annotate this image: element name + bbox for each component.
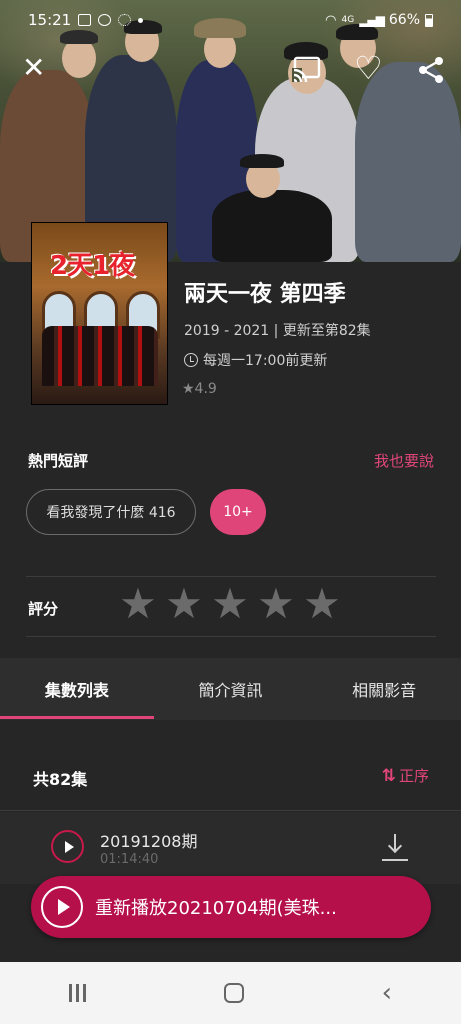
settings-notification-icon <box>118 14 132 26</box>
status-time: 15:21 <box>28 11 72 29</box>
back-icon[interactable]: ‹ <box>382 980 392 1006</box>
close-icon[interactable]: ✕ <box>22 54 45 82</box>
show-title: 兩天一夜 第四季 <box>184 282 346 307</box>
cast-icon[interactable] <box>292 56 322 88</box>
hot-comments-heading: 熱門短評 <box>28 452 89 470</box>
star-rating-input[interactable]: ★ ★ ★ ★ ★ <box>118 583 342 625</box>
download-icon[interactable] <box>382 834 408 862</box>
divider <box>0 810 461 811</box>
write-comment-link[interactable]: 我也要說 <box>374 450 434 471</box>
favorite-icon[interactable]: ♡ <box>354 52 383 84</box>
more-comments-chip[interactable]: 10+ <box>210 489 266 535</box>
sort-icon: ⇅ <box>381 765 396 786</box>
star-icon[interactable]: ★ <box>210 583 250 625</box>
clock-icon <box>184 353 198 367</box>
score-label: 評分 <box>28 600 59 618</box>
resume-play-button[interactable]: 重新播放20210704期(美珠... <box>31 876 431 938</box>
sort-label: 正序 <box>398 767 429 785</box>
episode-play-icon[interactable] <box>51 830 84 863</box>
gallery-notification-icon <box>78 14 92 26</box>
star-icon[interactable]: ★ <box>164 583 204 625</box>
star-icon[interactable]: ★ <box>302 583 342 625</box>
network-type: 4G <box>341 15 355 25</box>
divider <box>26 576 436 577</box>
share-icon[interactable] <box>418 56 444 90</box>
line-notification-icon <box>98 14 112 26</box>
more-notifications-icon <box>138 17 144 23</box>
show-schedule: 每週一17:00前更新 <box>184 350 327 370</box>
wifi-icon: ◠ <box>325 12 337 28</box>
tab-info[interactable]: 簡介資訊 <box>154 658 308 720</box>
system-nav-bar: ‹ <box>0 962 461 1024</box>
show-rating: ★4.9 <box>182 381 217 397</box>
episode-duration: 01:14:40 <box>100 852 159 867</box>
status-bar-right: ◠ 4G ▂▄▆ 66% <box>325 12 433 28</box>
hero-person <box>355 62 461 262</box>
active-tab-indicator <box>0 716 154 719</box>
signal-icon: ▂▄▆ <box>359 13 385 27</box>
hero-person-hat <box>240 154 284 168</box>
episode-title: 20191208期 <box>100 832 198 851</box>
play-circle-icon <box>41 886 83 928</box>
tab-related[interactable]: 相關影音 <box>307 658 461 720</box>
resume-label: 重新播放20210704期(美珠... <box>95 898 337 919</box>
sort-button[interactable]: ⇅ 正序 <box>382 765 429 786</box>
recent-apps-icon[interactable] <box>68 984 86 1002</box>
battery-icon <box>425 13 433 27</box>
star-icon[interactable]: ★ <box>256 583 296 625</box>
show-poster: 2天1夜 <box>31 222 168 405</box>
divider <box>26 636 436 637</box>
hero-person <box>212 190 332 262</box>
comment-chip[interactable]: 看我發現了什麼 416 <box>26 489 196 535</box>
schedule-text: 每週一17:00前更新 <box>203 353 328 369</box>
battery-level: 66% <box>388 12 420 28</box>
tab-episodes[interactable]: 集數列表 <box>0 658 154 720</box>
episode-total: 共82集 <box>33 770 88 789</box>
hero-person-head <box>62 38 96 78</box>
status-bar: 15:21 ◠ 4G ▂▄▆ 66% <box>0 0 461 40</box>
status-bar-left: 15:21 <box>28 11 144 29</box>
poster-logo: 2天1夜 <box>50 251 135 281</box>
content-tabs: 集數列表 簡介資訊 相關影音 <box>0 658 461 720</box>
star-icon[interactable]: ★ <box>118 583 158 625</box>
home-icon[interactable] <box>223 983 244 1003</box>
poster-cast <box>42 326 158 386</box>
show-years-and-update: 2019 - 2021 | 更新至第82集 <box>184 323 371 339</box>
